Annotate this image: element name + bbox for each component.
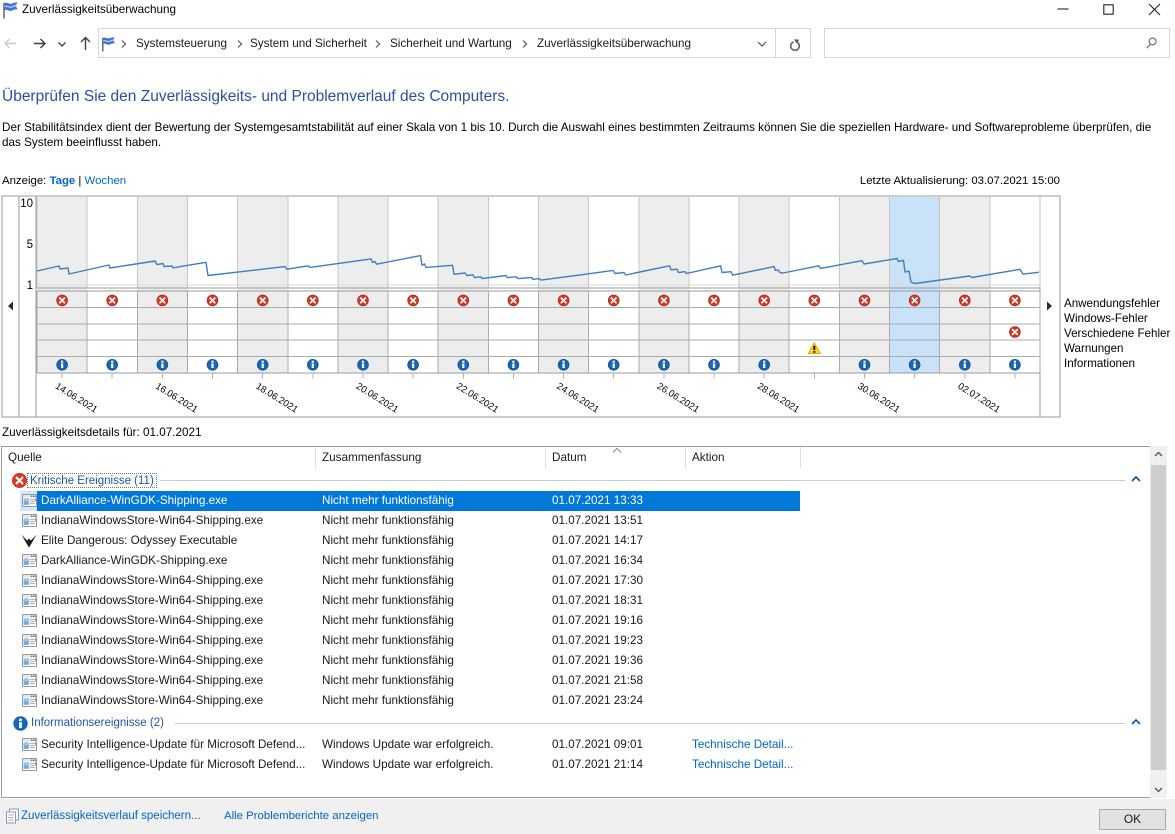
svg-text:10: 10 [20, 198, 33, 210]
svg-text:Anwendungsfehler: Anwendungsfehler [1064, 297, 1160, 310]
svg-text:Informationen: Informationen [1064, 357, 1135, 370]
svg-text:Windows-Fehler: Windows-Fehler [1064, 312, 1148, 325]
svg-text:Warnungen: Warnungen [1064, 342, 1124, 355]
svg-text:1: 1 [27, 280, 33, 292]
svg-text:Verschiedene Fehler: Verschiedene Fehler [1064, 327, 1170, 340]
svg-text:5: 5 [27, 239, 33, 251]
